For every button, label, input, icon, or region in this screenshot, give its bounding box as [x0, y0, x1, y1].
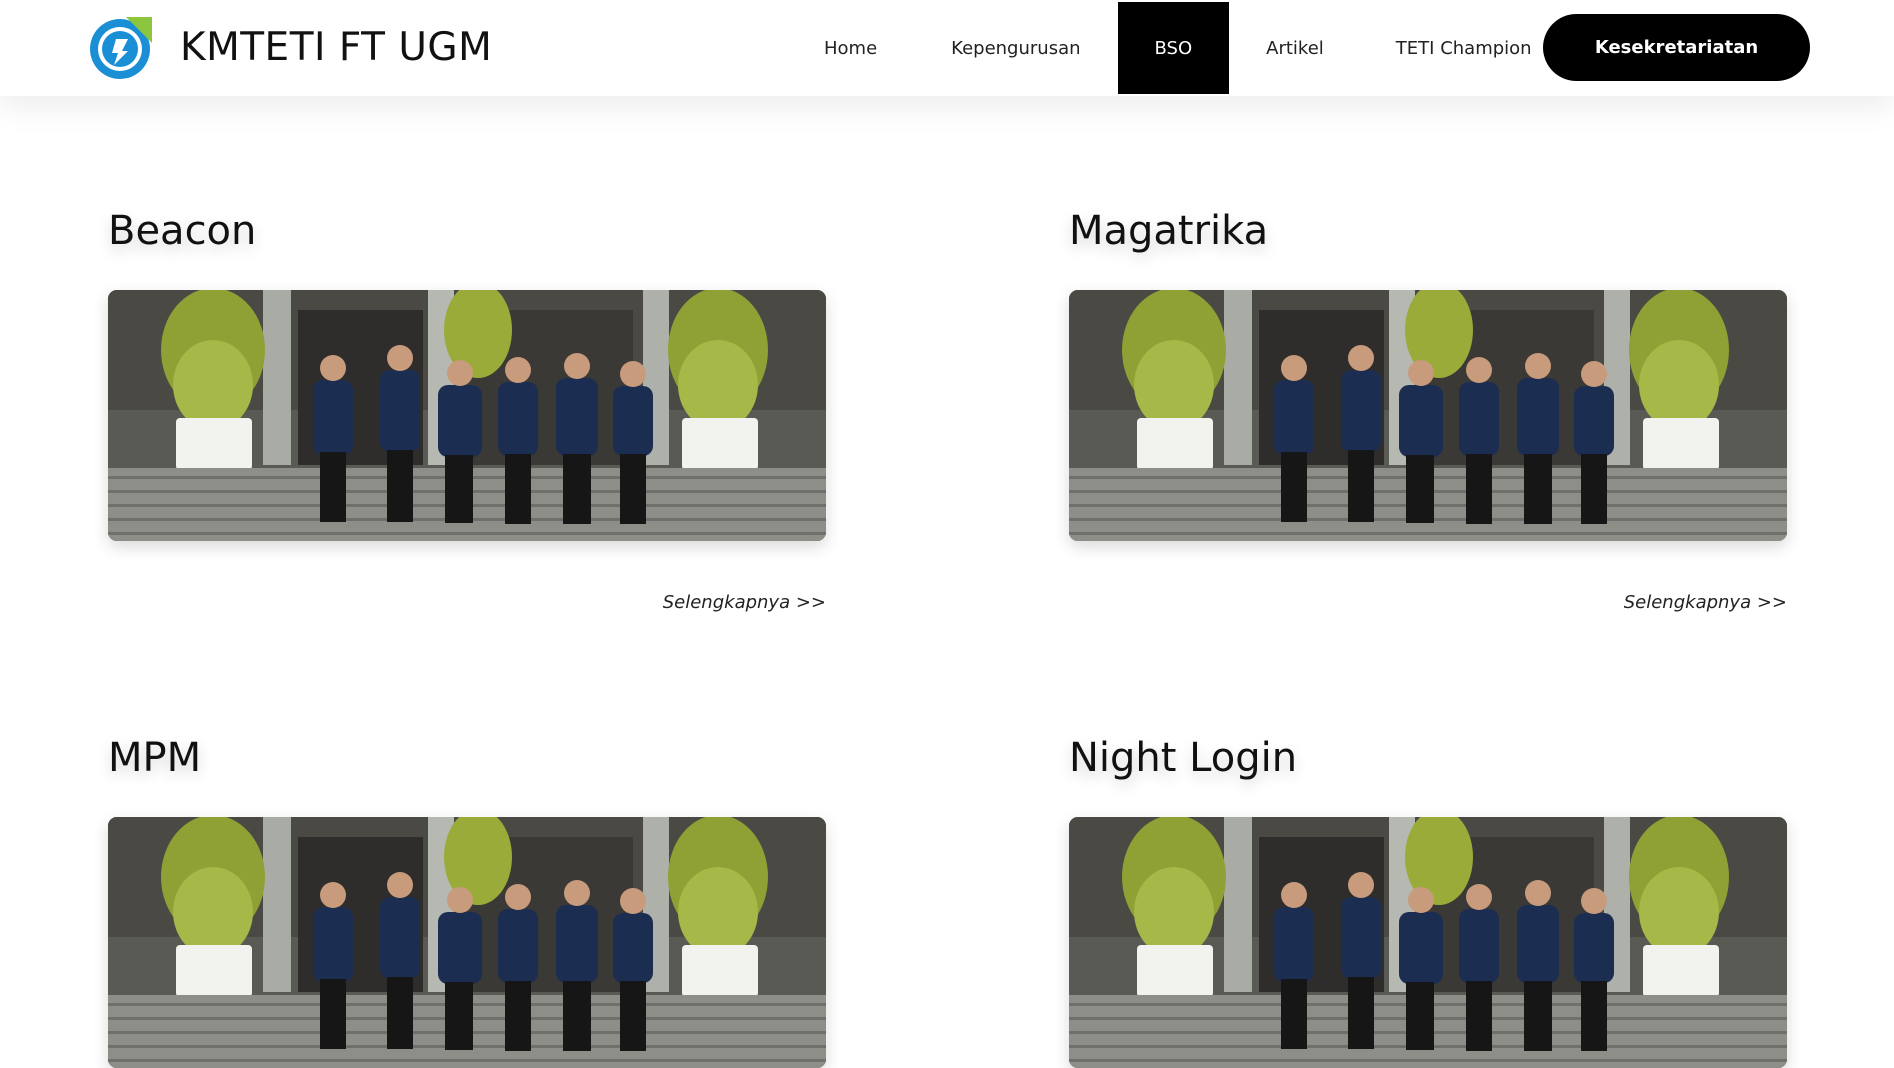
main-nav: Home Kepengurusan BSO Artikel TETI Champ… — [787, 2, 1567, 94]
selengkapnya-link[interactable]: Selengkapnya >> — [663, 592, 826, 613]
navbar: KMTETI FT UGM Home Kepengurusan BSO Arti… — [0, 0, 1894, 96]
bso-card-night-login: Night Login — [1069, 735, 1787, 1068]
group-photo — [108, 817, 826, 1068]
kesekretariatan-button[interactable]: Kesekretariatan — [1543, 14, 1810, 81]
nav-teti-champion[interactable]: TETI Champion — [1361, 2, 1567, 94]
group-photo — [1069, 817, 1787, 1068]
card-title: MPM — [108, 735, 202, 781]
brand-name: KMTETI FT UGM — [180, 24, 493, 70]
card-title: Magatrika — [1069, 208, 1269, 254]
brand-link[interactable]: KMTETI FT UGM — [86, 12, 492, 82]
kmteti-logo-icon — [90, 17, 152, 79]
bso-card-magatrika: Magatrika Selengkapnya >> — [1069, 208, 1787, 613]
nav-bso[interactable]: BSO — [1117, 2, 1230, 94]
nav-artikel[interactable]: Artikel — [1229, 2, 1361, 94]
card-title: Beacon — [108, 208, 257, 254]
nav-home[interactable]: Home — [787, 2, 914, 94]
card-title: Night Login — [1069, 735, 1298, 781]
group-photo — [1069, 290, 1787, 541]
group-photo — [108, 290, 826, 541]
selengkapnya-link[interactable]: Selengkapnya >> — [1624, 592, 1787, 613]
bso-card-beacon: Beacon Selengkapnya >> — [108, 208, 826, 613]
nav-kepengurusan[interactable]: Kepengurusan — [914, 2, 1117, 94]
bso-card-mpm: MPM — [108, 735, 826, 1068]
